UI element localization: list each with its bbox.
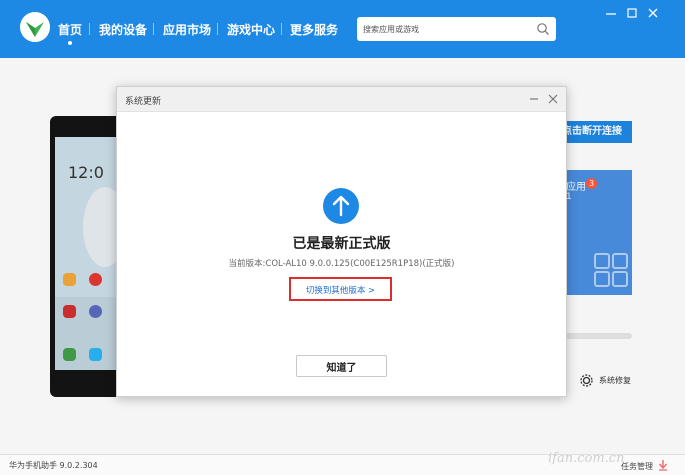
task-manager-link[interactable]: 任务管理 — [621, 461, 653, 472]
switch-version-highlight: 切换到其他版本 > — [289, 277, 392, 301]
top-bar: 首页 我的设备 应用市场 游戏中心 更多服务 — [0, 0, 685, 58]
nav-divider — [217, 23, 218, 35]
dialog-close-icon[interactable] — [547, 93, 559, 105]
current-version-text: 当前版本:COL-AL10 9.0.0.125(C00E125R1P18)(正式… — [228, 259, 455, 269]
nav-divider — [89, 23, 90, 35]
app-version: 华为手机助手 9.0.2.304 — [9, 461, 98, 470]
nav-divider — [153, 23, 154, 35]
search-icon[interactable] — [536, 22, 550, 36]
dialog-minimize-icon[interactable] — [528, 93, 540, 105]
ok-button[interactable]: 知道了 — [296, 355, 387, 377]
dialog-title: 系统更新 — [125, 97, 162, 107]
update-status-headline: 已是最新正式版 — [292, 236, 391, 252]
close-icon[interactable] — [646, 6, 660, 20]
nav-more-services[interactable]: 更多服务 — [290, 21, 338, 38]
switch-version-link[interactable]: 切换到其他版本 > — [291, 284, 390, 296]
update-arrow-icon — [323, 188, 359, 224]
nav-my-device[interactable]: 我的设备 — [99, 21, 147, 38]
nav-game-center[interactable]: 游戏中心 — [227, 21, 275, 38]
minimize-icon[interactable] — [604, 6, 618, 20]
nav-divider — [281, 23, 282, 35]
download-arrow-icon[interactable] — [658, 459, 668, 471]
nav-home[interactable]: 首页 — [58, 21, 82, 45]
system-update-dialog: 系统更新 已是最新正式版 当前版本:COL-AL10 9.0.0.125(C00… — [116, 86, 567, 397]
app-logo-icon — [20, 12, 50, 42]
watermark: ifan.com.cn — [548, 451, 625, 466]
restore-icon[interactable] — [625, 6, 639, 20]
dialog-titlebar: 系统更新 — [117, 87, 566, 112]
search-input[interactable] — [363, 20, 528, 38]
nav-app-market[interactable]: 应用市场 — [163, 21, 211, 38]
search-box[interactable] — [357, 17, 556, 41]
